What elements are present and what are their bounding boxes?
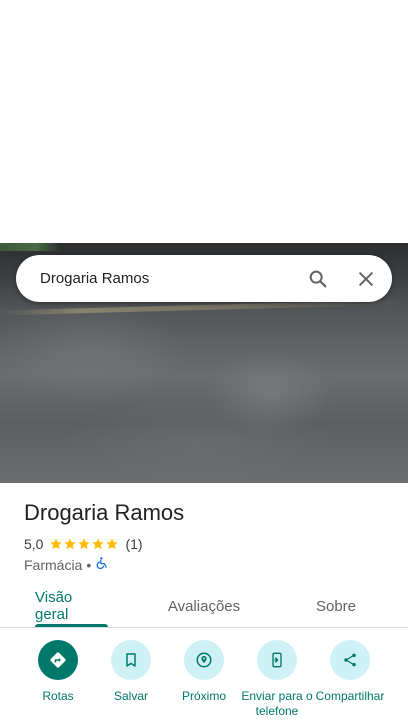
send-to-phone-label: Enviar para o telefone (241, 689, 313, 718)
send-to-phone-button[interactable]: Enviar para o telefone (239, 640, 315, 719)
place-title: Drogaria Ramos (24, 500, 185, 525)
star-rating (49, 537, 119, 551)
directions-button[interactable]: Rotas (20, 640, 96, 704)
review-count[interactable]: (1) (125, 536, 142, 552)
close-icon[interactable] (344, 257, 388, 301)
save-button[interactable]: Salvar (93, 640, 169, 704)
active-tab-indicator (35, 624, 108, 627)
save-label: Salvar (113, 689, 148, 703)
directions-label: Rotas (42, 689, 74, 703)
search-query[interactable]: Drogaria Ramos (40, 270, 296, 287)
nearby-label: Próximo (181, 689, 226, 703)
place-category: Farmácia (24, 556, 83, 573)
star-icon (64, 538, 77, 550)
category-row: Farmácia • (24, 556, 109, 573)
star-icon (92, 538, 105, 550)
star-icon (50, 538, 63, 550)
tab-reviews[interactable]: Avaliações (160, 585, 248, 627)
tab-overview[interactable]: Visão geral (35, 585, 108, 627)
share-label: Compartilhar (315, 689, 385, 703)
rating-value: 5,0 (24, 536, 44, 552)
directions-icon (38, 640, 78, 680)
tab-bar: Visão geral Avaliações Sobre (0, 585, 408, 628)
action-buttons: Rotas Salvar Próximo Enviar para o telef… (0, 640, 408, 726)
tab-about[interactable]: Sobre (306, 585, 366, 627)
search-icon[interactable] (296, 257, 340, 301)
star-icon (106, 538, 119, 550)
nearby-button[interactable]: Próximo (166, 640, 242, 704)
nearby-icon (184, 640, 224, 680)
share-icon (330, 640, 370, 680)
photo-grass (0, 243, 60, 251)
share-button[interactable]: Compartilhar (312, 640, 388, 704)
separator-dot: • (86, 556, 92, 573)
map-blank-area (0, 0, 408, 243)
send-to-phone-icon (257, 640, 297, 680)
search-bar[interactable]: Drogaria Ramos (16, 255, 392, 302)
star-icon (78, 538, 91, 550)
rating-row[interactable]: 5,0 (1) (24, 536, 143, 552)
wheelchair-icon (95, 556, 109, 573)
bookmark-icon (111, 640, 151, 680)
